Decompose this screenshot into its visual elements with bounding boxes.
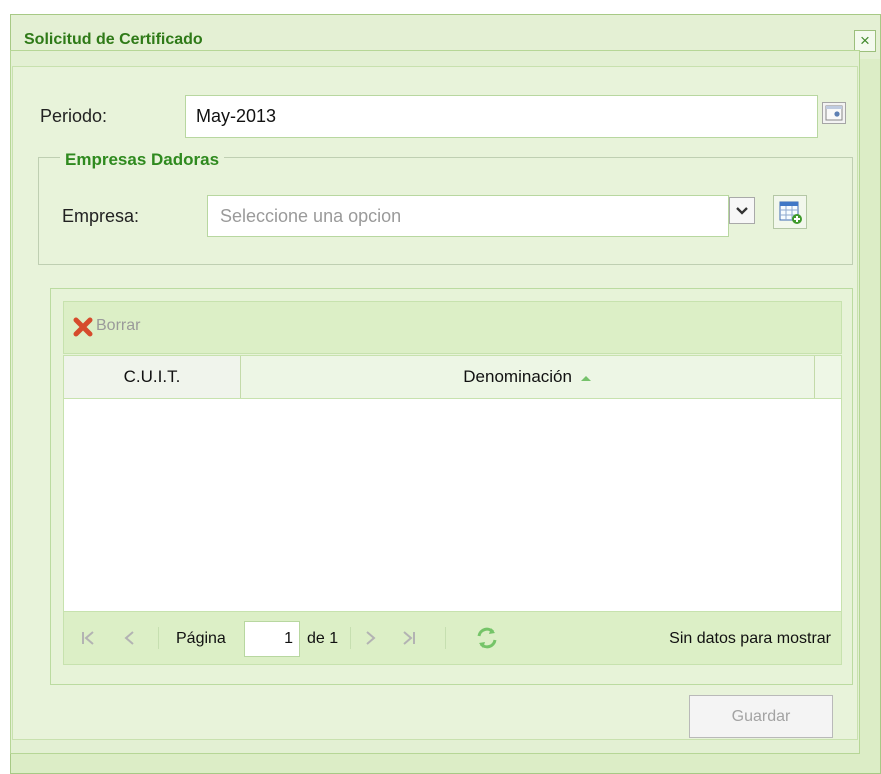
close-button[interactable]: × xyxy=(854,30,876,52)
pager-separator xyxy=(445,627,446,649)
empresas-legend: Empresas Dadoras xyxy=(60,150,225,170)
column-header-cuit[interactable]: C.U.I.T. xyxy=(64,356,241,398)
column-header-denominacion[interactable]: Denominación xyxy=(241,356,815,398)
add-empresa-button[interactable] xyxy=(773,195,807,229)
paging-toolbar: Página 1 de 1 Sin datos para mostrar xyxy=(63,611,842,665)
guardar-button[interactable]: Guardar xyxy=(689,695,833,738)
delete-label: Borrar xyxy=(96,317,141,334)
date-picker-button[interactable] xyxy=(822,102,846,124)
next-page-icon[interactable] xyxy=(361,629,379,647)
column-header-denominacion-label: Denominación xyxy=(463,367,572,386)
empresa-dropdown-trigger[interactable] xyxy=(729,197,755,224)
chevron-down-icon xyxy=(736,207,748,215)
table-add-icon xyxy=(779,201,802,224)
prev-page-icon[interactable] xyxy=(121,629,139,647)
last-page-icon[interactable] xyxy=(400,629,418,647)
refresh-icon[interactable] xyxy=(474,625,500,651)
pager-separator xyxy=(158,627,159,649)
dialog-title: Solicitud de Certificado xyxy=(24,31,203,48)
periodo-input[interactable]: May-2013 xyxy=(185,95,818,138)
page-label: Página xyxy=(176,630,226,647)
first-page-icon[interactable] xyxy=(79,629,97,647)
empresa-select[interactable]: Seleccione una opcion xyxy=(207,195,729,237)
page-number-input[interactable]: 1 xyxy=(244,621,300,657)
x-icon xyxy=(73,317,93,337)
sort-asc-icon xyxy=(580,375,591,381)
close-icon: × xyxy=(860,31,870,50)
calendar-icon xyxy=(825,105,843,121)
empresa-label: Empresa: xyxy=(62,206,140,226)
grid-toolbar xyxy=(63,301,842,354)
grid-body xyxy=(63,399,842,611)
periodo-label: Periodo: xyxy=(40,106,108,126)
page-count-label: de 1 xyxy=(307,630,339,647)
pager-separator xyxy=(350,627,351,649)
pager-status: Sin datos para mostrar xyxy=(669,630,831,647)
